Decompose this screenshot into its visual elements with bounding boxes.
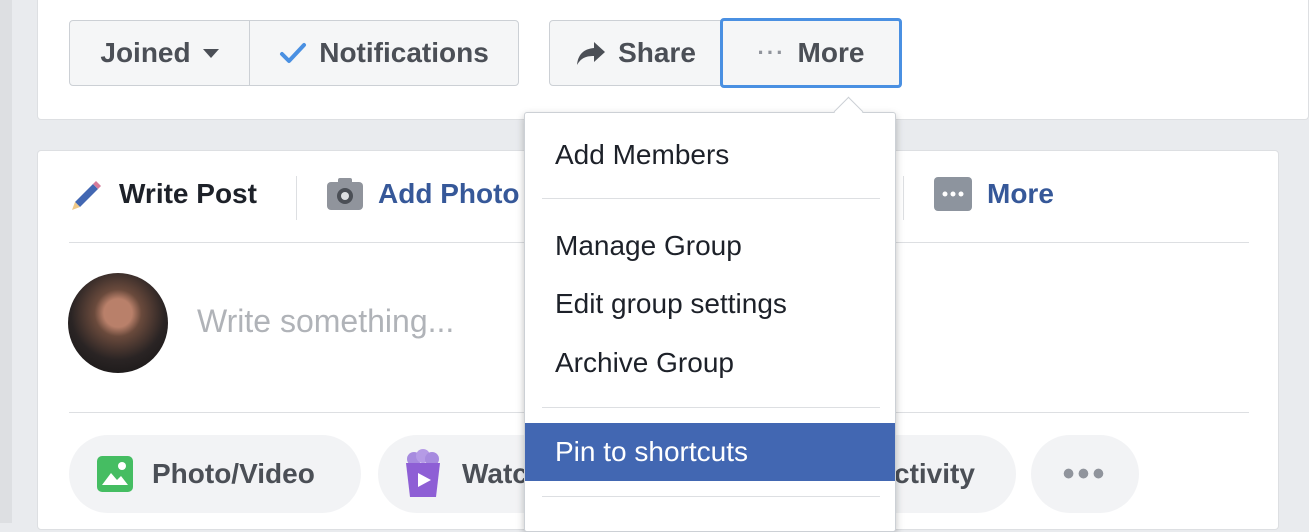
menu-divider bbox=[542, 407, 880, 408]
photo-video-label: Photo/Video bbox=[152, 458, 315, 489]
checkmark-icon bbox=[279, 41, 307, 65]
menu-item-label: Archive Group bbox=[555, 347, 734, 378]
share-label: Share bbox=[618, 37, 696, 68]
photo-icon bbox=[96, 455, 134, 493]
tab-write-post-label: Write Post bbox=[119, 178, 257, 209]
menu-item-label: Manage Group bbox=[555, 230, 742, 261]
watch-party-icon bbox=[402, 449, 444, 499]
camera-icon bbox=[326, 177, 364, 211]
activity-label: ctivity bbox=[894, 458, 975, 489]
more-button[interactable]: ··· More bbox=[720, 18, 902, 88]
joined-label: Joined bbox=[100, 37, 191, 68]
caret-down-icon bbox=[202, 48, 219, 58]
tab-write-post[interactable]: Write Post bbox=[69, 172, 257, 216]
photo-video-button[interactable]: Photo/Video bbox=[69, 435, 361, 513]
pencil-icon bbox=[69, 176, 105, 212]
menu-item-edit-group-settings[interactable]: Edit group settings bbox=[525, 276, 895, 332]
menu-item-archive-group[interactable]: Archive Group bbox=[525, 335, 895, 391]
tab-divider bbox=[296, 176, 297, 220]
menu-divider bbox=[542, 496, 880, 497]
more-dots-icon: ••• bbox=[1062, 455, 1108, 493]
menu-divider bbox=[542, 198, 880, 199]
tab-add-photo[interactable]: Add Photo bbox=[326, 172, 520, 216]
watch-party-label: Watc bbox=[462, 458, 528, 489]
menu-item-label: Add Members bbox=[555, 139, 730, 170]
menu-item-label: Edit group settings bbox=[555, 288, 787, 319]
notifications-label: Notifications bbox=[319, 37, 489, 68]
notifications-button[interactable]: Notifications bbox=[249, 20, 519, 86]
joined-button[interactable]: Joined bbox=[69, 20, 250, 86]
tab-more-label: More bbox=[987, 178, 1054, 209]
avatar[interactable] bbox=[68, 273, 168, 373]
tab-add-photo-label: Add Photo bbox=[378, 178, 520, 209]
tab-divider bbox=[903, 176, 904, 220]
share-arrow-icon bbox=[576, 40, 606, 66]
menu-item-pin-to-shortcuts[interactable]: Pin to shortcuts bbox=[525, 423, 895, 481]
more-square-icon bbox=[933, 176, 973, 212]
share-button[interactable]: Share bbox=[549, 20, 723, 86]
menu-item-label: Pin to shortcuts bbox=[555, 436, 748, 467]
more-actions-button[interactable]: ••• bbox=[1031, 435, 1139, 513]
more-label: More bbox=[797, 37, 865, 68]
post-input[interactable]: Write something... bbox=[197, 303, 454, 340]
ellipsis-icon: ··· bbox=[757, 40, 786, 65]
menu-item-add-members[interactable]: Add Members bbox=[525, 127, 895, 183]
tab-more[interactable]: More bbox=[933, 172, 1054, 216]
menu-item-manage-group[interactable]: Manage Group bbox=[525, 218, 895, 274]
page-edge bbox=[0, 0, 12, 523]
